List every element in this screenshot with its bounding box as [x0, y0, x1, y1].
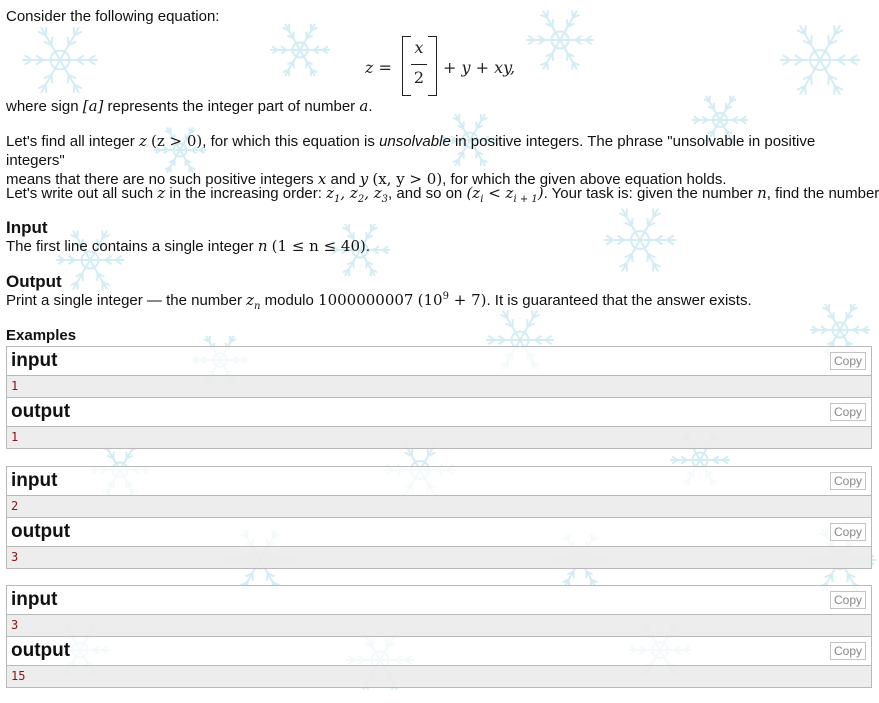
output-header: output Copy — [7, 518, 871, 547]
paragraph-task: Let's write out all such z in the increa… — [6, 184, 879, 205]
output-header: output Copy — [7, 637, 871, 666]
example-test-2: input Copy 2 output Copy 3 — [6, 466, 872, 569]
output-value: 3 — [7, 547, 871, 568]
input-section-text: The first line contains a single integer… — [6, 237, 371, 255]
equation-denominator: 2 — [413, 68, 425, 87]
input-header: input Copy — [7, 467, 871, 496]
input-header: input Copy — [7, 347, 871, 376]
output-label: output — [11, 401, 71, 422]
input-header: input Copy — [7, 586, 871, 615]
intro-text: Consider the following equation: — [6, 8, 220, 25]
floor-bracket-right — [428, 36, 437, 96]
output-section-text: Print a single integer — the number zn m… — [6, 291, 752, 312]
copy-input-button[interactable]: Copy — [829, 352, 866, 370]
equation-numerator: x — [414, 38, 424, 57]
example-test-3: input Copy 3 output Copy 15 — [6, 585, 872, 688]
example-test-1: input Copy 1 output Copy 1 — [6, 346, 872, 449]
output-header: output Copy — [7, 398, 871, 427]
input-value: 1 — [7, 376, 871, 398]
input-label: input — [11, 350, 58, 371]
where-text: where sign [a] represents the integer pa… — [6, 97, 373, 115]
input-value: 3 — [7, 615, 871, 637]
copy-input-button[interactable]: Copy — [829, 591, 866, 609]
input-label: input — [11, 589, 58, 610]
output-value: 15 — [7, 666, 871, 687]
output-value: 1 — [7, 427, 871, 448]
copy-output-button[interactable]: Copy — [829, 403, 866, 421]
input-section-title: Input — [6, 218, 48, 237]
equation-lhs: z = — [365, 58, 392, 77]
output-label: output — [11, 521, 71, 542]
paragraph-unsolvable: Let's find all integer z (z > 0), for wh… — [6, 132, 816, 188]
copy-output-button[interactable]: Copy — [829, 523, 866, 541]
input-value: 2 — [7, 496, 871, 518]
output-section-title: Output — [6, 272, 62, 291]
input-label: input — [11, 470, 58, 491]
examples-title: Examples — [6, 327, 77, 344]
copy-output-button[interactable]: Copy — [829, 642, 866, 660]
output-label: output — [11, 640, 71, 661]
copy-input-button[interactable]: Copy — [829, 472, 866, 490]
equation: z = x 2 + y + xy, — [6, 34, 870, 96]
equation-rhs: + y + xy, — [443, 58, 516, 77]
fraction-bar — [411, 64, 427, 65]
